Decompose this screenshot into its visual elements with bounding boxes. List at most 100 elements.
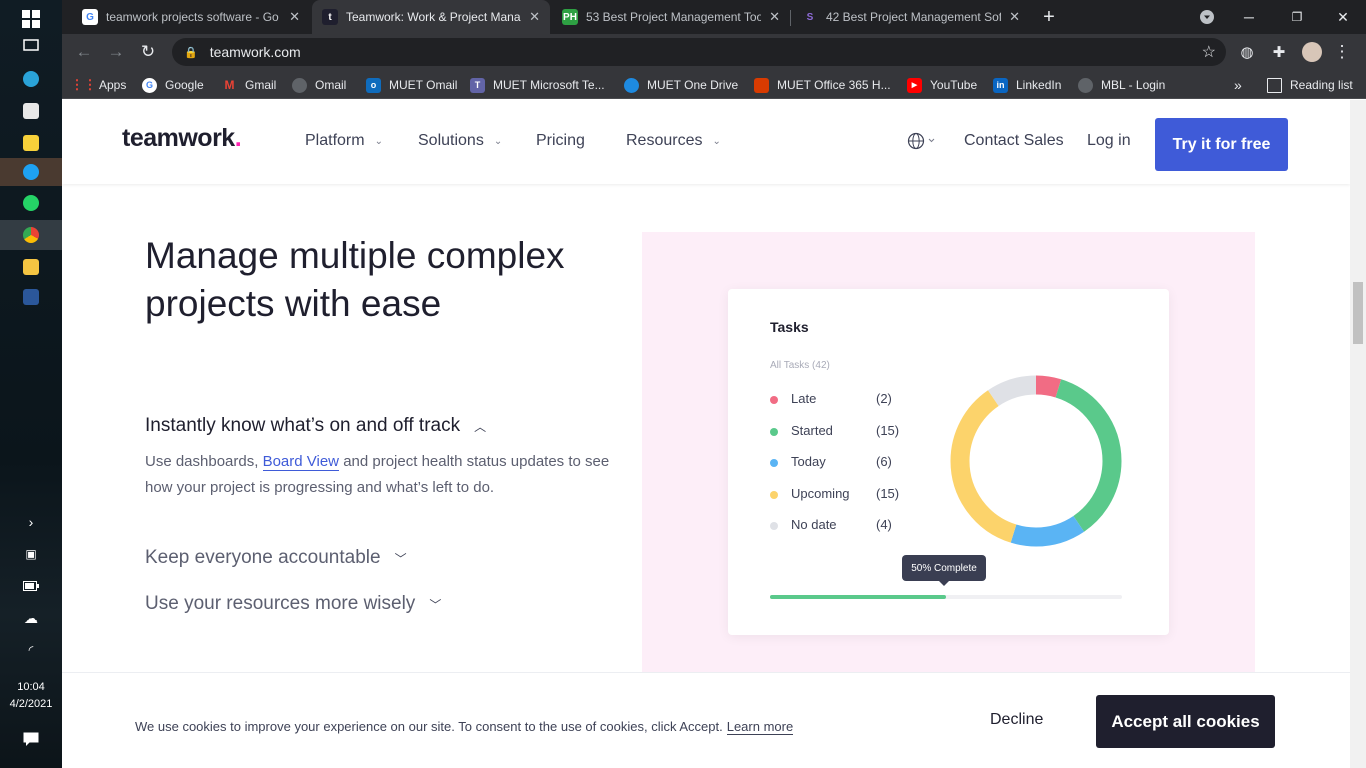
page-scrollbar[interactable] [1350, 100, 1366, 768]
tasks-donut-chart [950, 375, 1122, 547]
edge-icon[interactable] [16, 66, 46, 92]
bookmark-google[interactable]: G Google [142, 75, 204, 95]
progress-bar [770, 595, 1122, 599]
action-center-icon[interactable] [16, 726, 46, 752]
bookmark-muet-teams[interactable]: T MUET Microsoft Te... [470, 75, 605, 95]
accordion-accountable[interactable]: Keep everyone accountable ﹀ [145, 547, 407, 569]
accordion-resources[interactable]: Use your resources more wisely ﹀ [145, 593, 441, 615]
profile-avatar[interactable] [1300, 40, 1324, 64]
close-icon[interactable]: ✕ [289, 9, 300, 25]
learn-more-link[interactable]: Learn more [726, 719, 794, 735]
bookmark-youtube[interactable]: ▶ YouTube [907, 75, 977, 95]
bookmark-muet-office365[interactable]: MUET Office 365 H... [754, 75, 891, 95]
bookmark-omail[interactable]: Omail [292, 75, 346, 95]
nav-resources[interactable]: Resources ⌄ [626, 132, 721, 150]
address-bar[interactable]: 🔒 teamwork.com ☆ [172, 38, 1226, 66]
skype-icon[interactable] [0, 158, 62, 186]
close-icon[interactable]: ✕ [1009, 9, 1020, 25]
legend-dot [770, 427, 778, 436]
restore-button[interactable]: ❐ [1274, 0, 1320, 34]
globe-icon [292, 77, 307, 93]
battery-icon[interactable] [16, 573, 46, 599]
scrollbar-thumb[interactable] [1353, 282, 1363, 344]
extensions-puzzle-icon[interactable]: ✚ [1267, 40, 1291, 64]
onedrive-cloud-icon [624, 77, 639, 93]
onedrive-icon[interactable]: ☁ [16, 605, 46, 631]
tab-divider [790, 10, 791, 26]
language-globe-icon[interactable] [907, 132, 935, 155]
tab-teamwork[interactable]: t Teamwork: Work & Project Mana ✕ [312, 0, 550, 34]
tab-best-pm-software[interactable]: S 42 Best Project Management Sof ✕ [792, 0, 1030, 34]
legend-item: Late (2) [770, 391, 910, 409]
extension-globe-icon[interactable]: ◍ [1235, 40, 1259, 64]
teamwork-logo[interactable]: teamwork. [122, 124, 242, 153]
tasks-card: Tasks All Tasks (42) Late (2) Started (15) T… [728, 289, 1169, 635]
lock-icon[interactable]: 🔒 [184, 46, 198, 59]
sticky-notes-icon[interactable] [16, 130, 46, 156]
web-page: teamwork. Platform ⌄ Solutions ⌄ Pricing R… [62, 100, 1350, 768]
legend-item: Started (15) [770, 423, 910, 441]
minimize-button[interactable]: ─ [1226, 0, 1272, 34]
file-explorer-icon[interactable] [16, 254, 46, 280]
close-icon[interactable]: ✕ [769, 9, 780, 25]
cookie-text: We use cookies to improve your experienc… [135, 719, 794, 735]
board-view-link[interactable]: Board View [262, 453, 340, 471]
apps-grid-icon: ⋮⋮ [70, 77, 97, 92]
reading-list-button[interactable]: Reading list [1267, 75, 1353, 95]
nav-solutions[interactable]: Solutions ⌄ [418, 132, 502, 150]
gmail-icon: M [224, 78, 235, 92]
new-tab-button[interactable]: + [1026, 0, 1072, 34]
wifi-icon[interactable]: ◜ [16, 637, 46, 663]
legend-count: (15) [876, 422, 900, 438]
clock-date[interactable]: 4/2/2021 [0, 696, 62, 713]
tab-title: 42 Best Project Management Sof [826, 10, 1002, 24]
tab-search-icon[interactable] [1184, 0, 1230, 34]
legend-count: (6) [876, 454, 892, 469]
close-icon[interactable]: ✕ [529, 9, 540, 25]
bookmark-muet-onedrive[interactable]: MUET One Drive [624, 75, 738, 95]
chrome-taskbar-icon[interactable] [0, 220, 62, 250]
browser-toolbar: ← → ↻ 🔒 teamwork.com ☆ ◍ ✚ ⋮ [62, 34, 1366, 70]
whatsapp-icon[interactable] [16, 190, 46, 216]
login-link[interactable]: Log in [1087, 132, 1131, 150]
bookmark-star-icon[interactable]: ☆ [1202, 42, 1216, 62]
bookmark-muet-omail[interactable]: o MUET Omail [366, 75, 457, 95]
back-button[interactable]: ← [72, 40, 96, 64]
forward-button[interactable]: → [104, 40, 128, 64]
youtube-icon: ▶ [907, 77, 922, 93]
windows-start-icon[interactable] [16, 6, 46, 32]
bookmark-mbl-login[interactable]: MBL - Login [1078, 75, 1165, 95]
legend-label: Late [791, 391, 817, 406]
store-icon[interactable] [16, 98, 46, 124]
tab-google-search[interactable]: G teamwork projects software - Go ✕ [72, 0, 310, 34]
cookie-banner: We use cookies to improve your experienc… [62, 672, 1350, 768]
contact-sales-link[interactable]: Contact Sales [964, 132, 1064, 150]
bookmarks-bar: ⋮⋮ Apps G Google M Gmail Omail o MUET Omail … [62, 70, 1366, 99]
word-icon[interactable] [16, 284, 46, 310]
bookmarks-overflow-icon[interactable]: » [1234, 75, 1242, 95]
show-hidden-icons[interactable]: › [16, 509, 46, 535]
legend-label: Upcoming [791, 485, 850, 501]
meet-now-icon[interactable]: ▣ [16, 541, 46, 567]
google-icon: G [82, 9, 98, 25]
accordion-on-off-track[interactable]: Instantly know what’s on and off track ︿ [145, 415, 486, 437]
nav-pricing[interactable]: Pricing [536, 132, 585, 150]
chevron-down-icon: ﹀ [429, 597, 442, 612]
tasks-card-subtitle: All Tasks (42) [770, 360, 830, 371]
teamwork-favicon-icon: t [322, 9, 338, 25]
clock-time[interactable]: 10:04 [0, 679, 62, 696]
menu-kebab-icon[interactable]: ⋮ [1330, 40, 1354, 64]
bookmark-apps[interactable]: ⋮⋮ Apps [70, 75, 127, 95]
close-window-button[interactable]: ✕ [1320, 0, 1366, 34]
task-view-icon[interactable] [16, 32, 46, 58]
nav-platform[interactable]: Platform ⌄ [305, 132, 383, 150]
reload-button[interactable]: ↻ [136, 40, 160, 64]
accept-cookies-button[interactable]: Accept all cookies [1096, 695, 1275, 748]
google-icon: G [142, 77, 157, 93]
bookmark-linkedin[interactable]: in LinkedIn [993, 75, 1061, 95]
tab-producthunt[interactable]: PH 53 Best Project Management Too ✕ [552, 0, 790, 34]
decline-button[interactable]: Decline [990, 711, 1043, 729]
try-free-button[interactable]: Try it for free [1155, 118, 1288, 171]
bookmark-gmail[interactable]: M Gmail [222, 75, 277, 95]
outlook-icon: o [366, 77, 381, 93]
